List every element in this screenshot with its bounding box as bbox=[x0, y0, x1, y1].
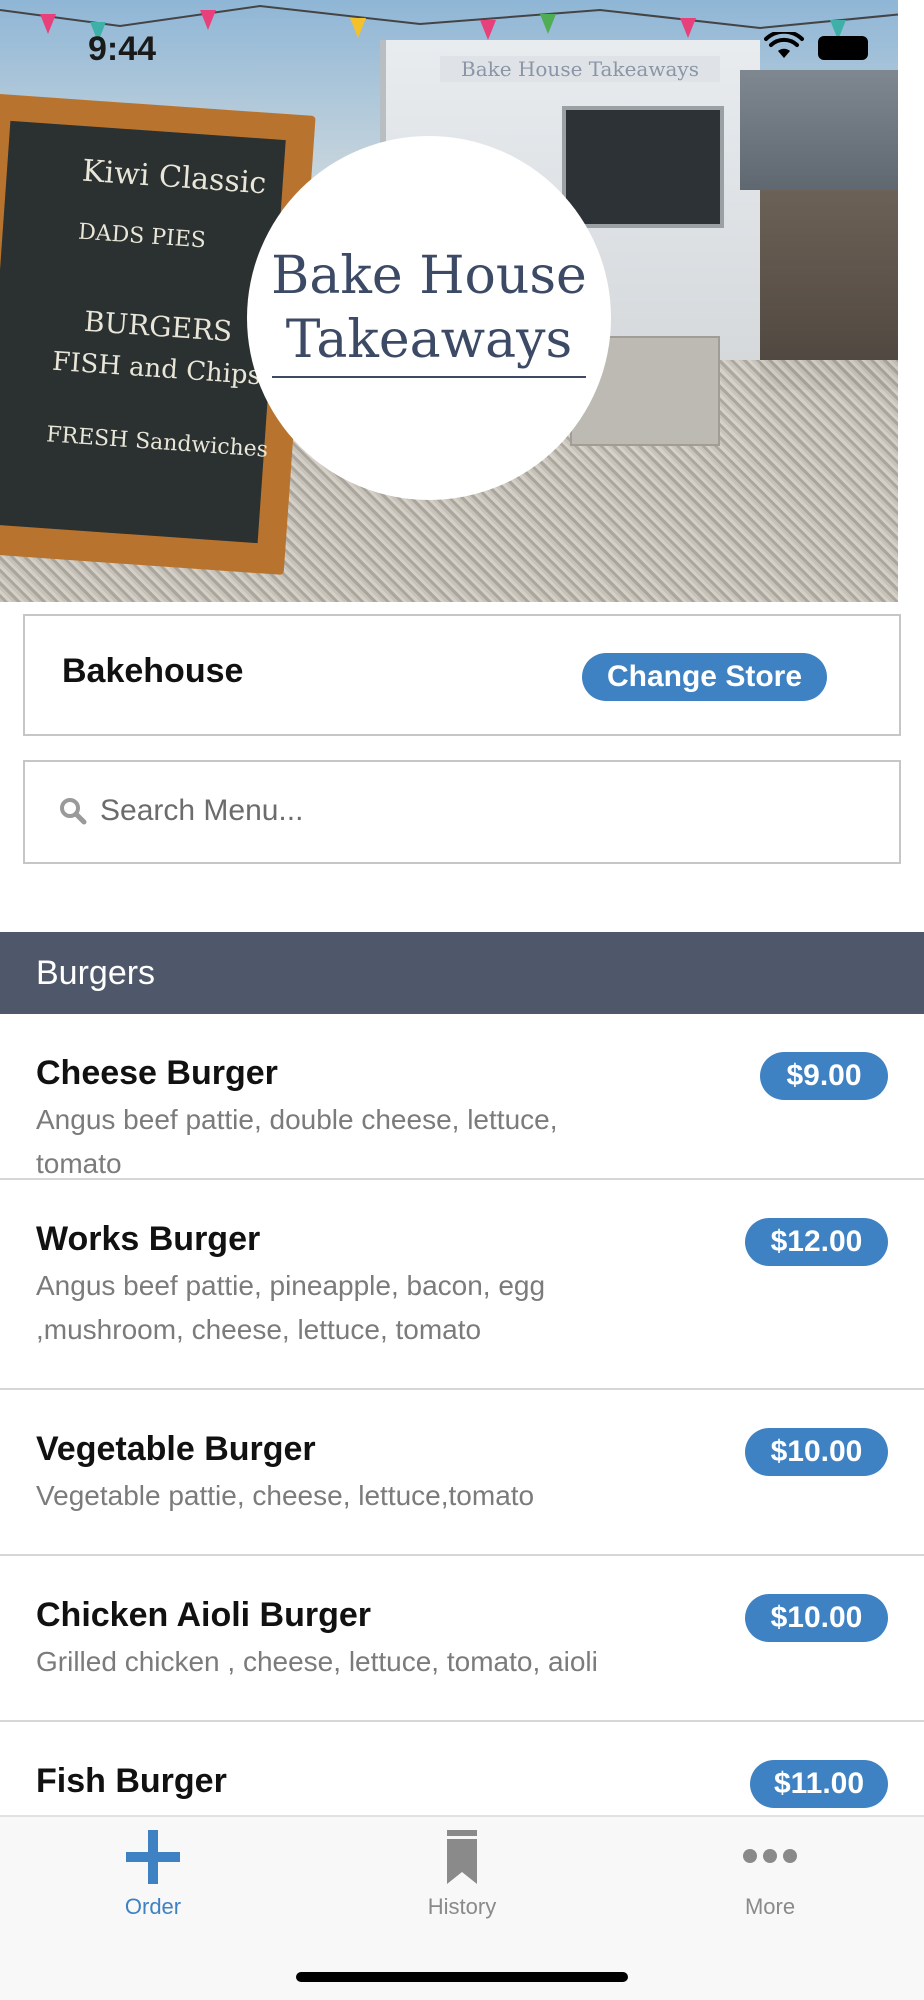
tab-label: History bbox=[427, 1894, 497, 1919]
menu-item-description: Grilled chicken , cheese, lettuce, tomat… bbox=[36, 1646, 598, 1677]
menu-item-vegetable-burger[interactable]: Vegetable Burger Vegetable pattie, chees… bbox=[0, 1390, 924, 1556]
truck-menu-board bbox=[562, 106, 724, 228]
tab-label: Order bbox=[124, 1894, 182, 1919]
menu-item-works-burger[interactable]: Works Burger Angus beef pattie, pineappl… bbox=[0, 1180, 924, 1390]
logo-title-line2: Takeaways bbox=[285, 310, 573, 370]
search-icon bbox=[60, 798, 87, 825]
menu-item-name: Vegetable Burger bbox=[36, 1430, 316, 1468]
menu-item-name: Works Burger bbox=[36, 1220, 261, 1258]
price-badge: $10.00 bbox=[745, 1594, 888, 1642]
menu-item-description: Angus beef pattie, pineapple, bacon, egg… bbox=[36, 1270, 546, 1345]
plus-icon bbox=[126, 1830, 180, 1884]
menu-item-chicken-aioli-burger[interactable]: Chicken Aioli Burger Grilled chicken , c… bbox=[0, 1556, 924, 1722]
tab-more[interactable]: More bbox=[680, 1826, 860, 1926]
menu-item-description: Vegetable pattie, cheese, lettuce,tomato bbox=[36, 1480, 535, 1511]
change-store-button[interactable]: Change Store bbox=[582, 653, 827, 701]
home-indicator bbox=[296, 1972, 628, 1982]
hero-edge bbox=[898, 0, 924, 602]
menu-item-cheese-burger[interactable]: Cheese Burger Angus beef pattie, double … bbox=[0, 1014, 924, 1180]
store-name: Bakehouse bbox=[62, 652, 244, 690]
tab-order[interactable]: Order bbox=[63, 1826, 243, 1926]
menu-item-name: Fish Burger bbox=[36, 1762, 227, 1800]
logo-underline bbox=[272, 376, 586, 378]
menu-item-name: Chicken Aioli Burger bbox=[36, 1596, 372, 1634]
menu-item-description: Angus beef pattie, double cheese, lettuc… bbox=[36, 1104, 558, 1179]
menu-item-fish-burger[interactable]: Fish Burger $11.00 bbox=[0, 1722, 924, 1814]
price-badge: $12.00 bbox=[745, 1218, 888, 1266]
tab-label: More bbox=[744, 1894, 796, 1919]
price-badge: $10.00 bbox=[745, 1428, 888, 1476]
search-input[interactable] bbox=[100, 786, 880, 836]
logo-title-line1: Bake House bbox=[271, 246, 587, 306]
awning bbox=[740, 70, 910, 190]
menu-item-name: Cheese Burger bbox=[36, 1054, 278, 1092]
status-time: 9:44 bbox=[88, 30, 157, 68]
bookmark-icon bbox=[447, 1830, 477, 1884]
menu-list: Cheese Burger Angus beef pattie, double … bbox=[0, 1014, 924, 1814]
wifi-icon bbox=[764, 32, 804, 58]
ellipsis-icon bbox=[743, 1849, 797, 1863]
price-badge: $11.00 bbox=[750, 1760, 888, 1808]
battery-icon bbox=[818, 36, 868, 60]
tab-history[interactable]: History bbox=[372, 1826, 552, 1926]
category-title: Burgers bbox=[36, 954, 156, 992]
price-badge: $9.00 bbox=[760, 1052, 888, 1100]
